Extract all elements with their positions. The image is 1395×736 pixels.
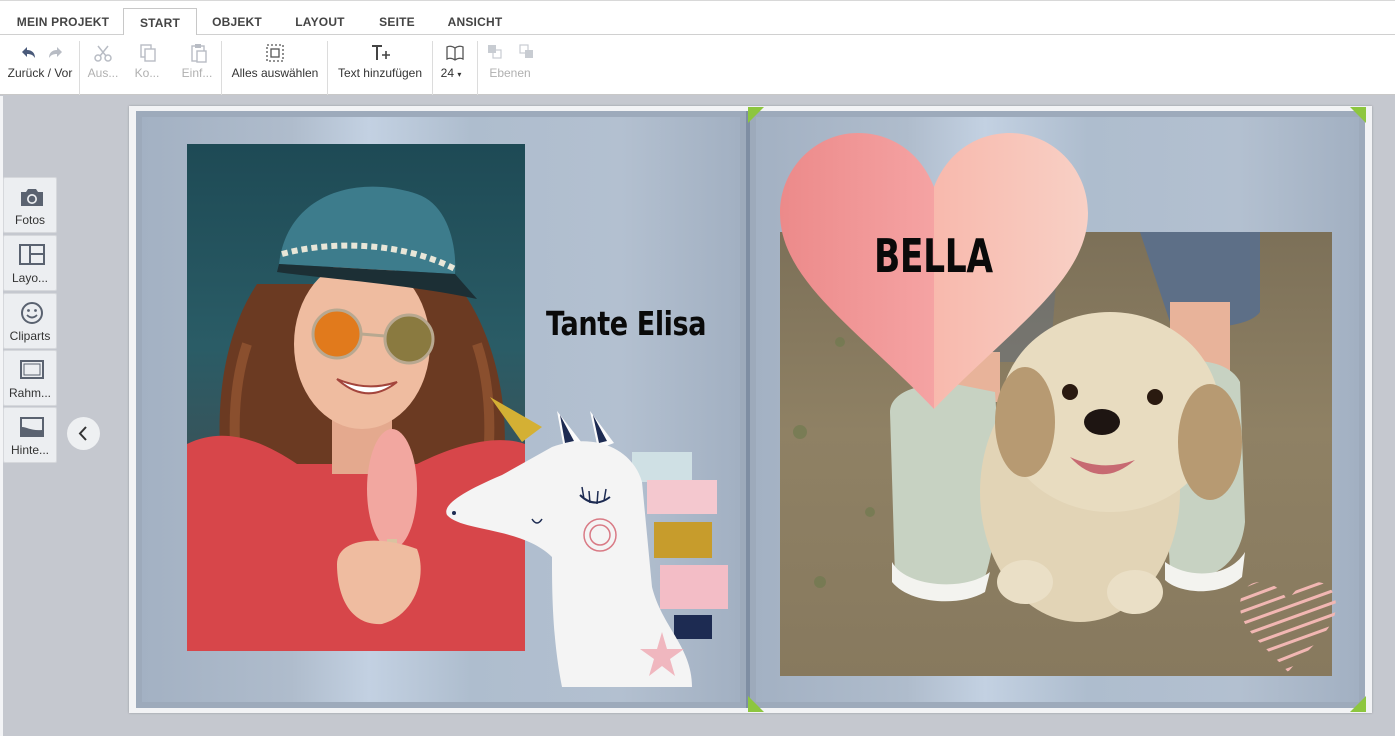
corner-handle-bottom-right[interactable] bbox=[1348, 694, 1366, 712]
chevron-down-icon: ▾ bbox=[457, 70, 462, 79]
copy-button[interactable]: Ko... bbox=[128, 35, 166, 95]
page-count-value: 24 ▾ bbox=[428, 66, 474, 80]
undo-redo-label: Zurück / Vor bbox=[7, 66, 73, 80]
toolbar-divider bbox=[221, 41, 222, 95]
sidebar-item-photos[interactable]: Fotos bbox=[3, 177, 57, 233]
corner-handle-bottom-left[interactable] bbox=[748, 694, 766, 712]
toolbar: Zurück / Vor Aus... Ko... Einf... Alles … bbox=[0, 35, 1395, 95]
photo-book-spread: Tante Elisa BELLA bbox=[129, 106, 1372, 713]
ribbon-tab-bar: MEIN PROJEKT START OBJEKT LAYOUT SEITE A… bbox=[0, 0, 1395, 37]
layout-icon bbox=[19, 244, 45, 265]
page-count-number: 24 bbox=[440, 66, 454, 80]
paste-icon bbox=[191, 44, 207, 63]
layers-label: Ebenen bbox=[489, 66, 531, 80]
paste-label: Einf... bbox=[181, 66, 213, 80]
paste-button[interactable]: Einf... bbox=[177, 35, 217, 95]
sidebar-label: Rahm... bbox=[8, 386, 51, 400]
sidebar-label: Fotos bbox=[14, 213, 45, 227]
page-count-dropdown[interactable]: 24 ▾ bbox=[436, 35, 474, 95]
cut-label: Aus... bbox=[87, 66, 119, 80]
select-all-button[interactable]: Alles auswählen bbox=[226, 35, 324, 95]
left-page[interactable]: Tante Elisa bbox=[136, 111, 746, 708]
copy-icon bbox=[140, 44, 156, 62]
caption-tante-elisa[interactable]: Tante Elisa bbox=[546, 304, 707, 343]
cut-button[interactable]: Aus... bbox=[84, 35, 122, 95]
smiley-icon bbox=[21, 302, 43, 324]
tab-seite[interactable]: SEITE bbox=[370, 8, 424, 36]
sidebar-label: Cliparts bbox=[9, 329, 51, 343]
caption-bella[interactable]: BELLA bbox=[874, 229, 993, 283]
undo-redo-group: Zurück / Vor bbox=[2, 35, 78, 95]
right-page[interactable]: BELLA bbox=[750, 111, 1365, 708]
sidebar-item-layouts[interactable]: Layo... bbox=[3, 235, 57, 291]
add-text-icon bbox=[372, 45, 390, 60]
bring-forward-icon bbox=[488, 45, 502, 59]
add-text-label: Text hinzufügen bbox=[337, 66, 423, 80]
chevron-left-icon bbox=[78, 426, 87, 441]
undo-icon[interactable] bbox=[18, 43, 38, 63]
tab-layout[interactable]: LAYOUT bbox=[283, 8, 357, 36]
camera-icon bbox=[21, 189, 43, 206]
redo-icon[interactable] bbox=[46, 43, 66, 63]
book-icon bbox=[446, 45, 464, 61]
sidebar-label: Layo... bbox=[11, 271, 49, 285]
toolbar-divider bbox=[477, 41, 478, 95]
scribble-heart-clipart[interactable] bbox=[1240, 582, 1336, 674]
corner-handle-top-right[interactable] bbox=[1348, 107, 1366, 125]
send-backward-icon bbox=[519, 44, 533, 58]
frame-icon bbox=[20, 360, 44, 379]
layers-button[interactable]: Ebenen bbox=[482, 35, 538, 95]
sidebar-item-cliparts[interactable]: Cliparts bbox=[3, 293, 57, 349]
scissors-icon bbox=[94, 45, 112, 62]
background-icon bbox=[20, 417, 44, 437]
corner-handle-top-left[interactable] bbox=[748, 107, 766, 125]
tab-ansicht[interactable]: ANSICHT bbox=[440, 8, 510, 36]
select-all-icon bbox=[266, 44, 284, 62]
tab-objekt[interactable]: OBJEKT bbox=[205, 8, 269, 36]
sidebar-item-backgrounds[interactable]: Hinte... bbox=[3, 407, 57, 463]
sidebar-label: Hinte... bbox=[10, 443, 49, 457]
tab-mein-projekt[interactable]: MEIN PROJEKT bbox=[8, 8, 118, 36]
copy-label: Ko... bbox=[134, 66, 160, 80]
select-all-label: Alles auswählen bbox=[231, 66, 319, 80]
toolbar-divider bbox=[79, 41, 80, 95]
sidebar-item-frames[interactable]: Rahm... bbox=[3, 350, 57, 406]
tab-start[interactable]: START bbox=[123, 8, 197, 37]
toolbar-divider bbox=[327, 41, 328, 95]
collapse-panel-button[interactable] bbox=[67, 417, 100, 450]
unicorn-clipart[interactable] bbox=[442, 387, 732, 697]
add-text-button[interactable]: Text hinzufügen bbox=[331, 35, 429, 95]
